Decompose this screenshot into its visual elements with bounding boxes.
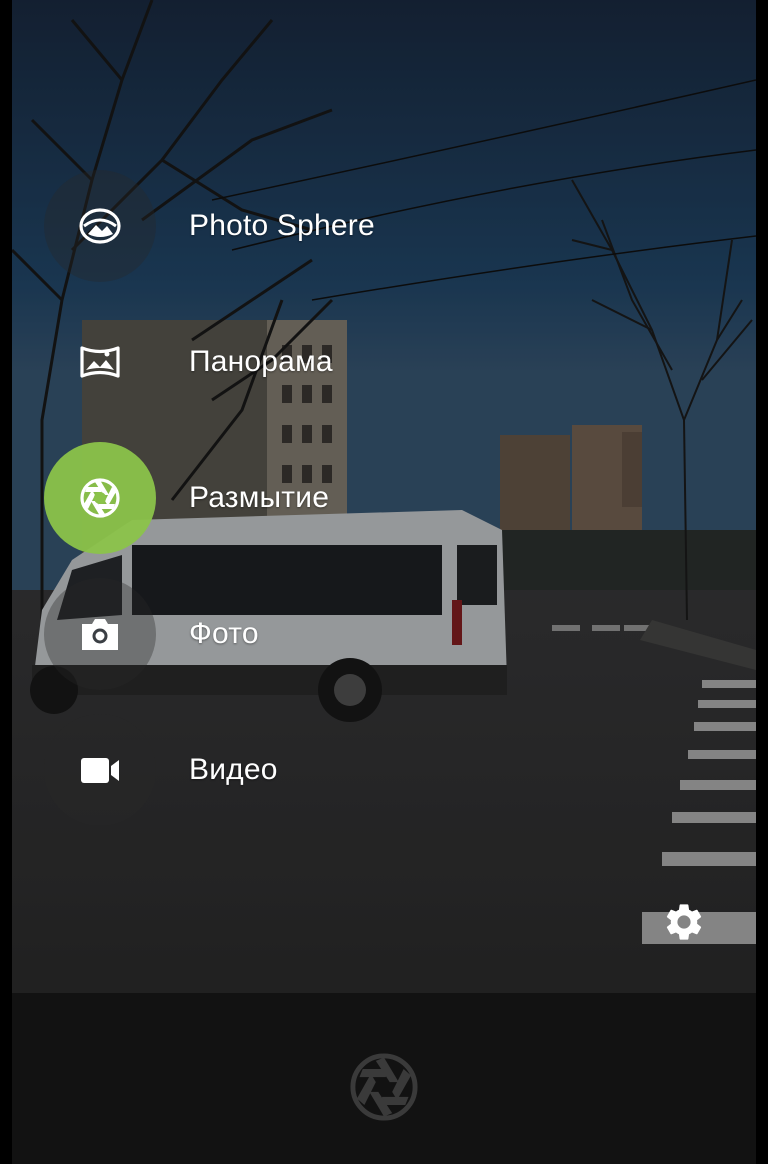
- camera-screen: Photo Sphere Панорама Размытие Фото Виде…: [0, 0, 768, 1164]
- mode-icon-bg: [44, 306, 156, 418]
- mode-item-photo[interactable]: Фото: [44, 578, 259, 690]
- mode-item-photo-sphere[interactable]: Photo Sphere: [44, 170, 375, 282]
- mode-icon-bg: [44, 442, 156, 554]
- panorama-icon: [80, 346, 120, 378]
- camera-icon: [82, 619, 118, 650]
- screen-edge-left: [0, 0, 12, 1164]
- mode-label: Видео: [189, 753, 278, 786]
- mode-label: Панорама: [189, 345, 333, 378]
- mode-icon-bg: [44, 170, 156, 282]
- mode-icon-bg: [44, 714, 156, 826]
- lens-blur-shutter-icon: [350, 1053, 418, 1121]
- mode-icon-bg: [44, 578, 156, 690]
- lens-blur-icon: [80, 478, 120, 518]
- bottom-control-bar: [12, 993, 756, 1164]
- mode-item-video[interactable]: Видео: [44, 714, 278, 826]
- gear-icon: [666, 904, 702, 940]
- photo-sphere-icon: [79, 208, 121, 244]
- video-icon: [81, 758, 119, 783]
- shutter-button[interactable]: [348, 1051, 420, 1123]
- mode-item-panorama[interactable]: Панорама: [44, 306, 333, 418]
- mode-label: Фото: [189, 617, 259, 650]
- mode-label: Photo Sphere: [189, 209, 375, 242]
- mode-item-lens-blur[interactable]: Размытие: [44, 442, 329, 554]
- screen-edge-right: [756, 0, 768, 1164]
- settings-button[interactable]: [660, 898, 708, 946]
- mode-label: Размытие: [189, 481, 330, 514]
